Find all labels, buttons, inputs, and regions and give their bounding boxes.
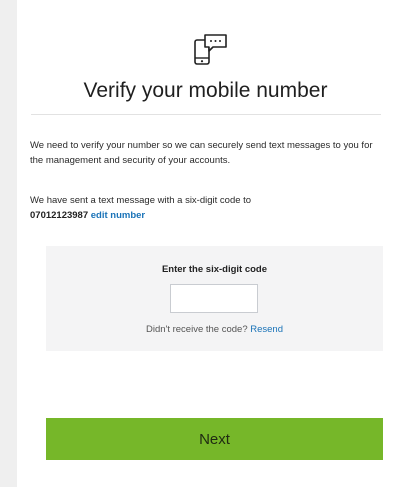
intro-text: We need to verify your number so we can … [30, 140, 373, 166]
code-panel: Enter the six-digit code Didn't receive … [46, 246, 383, 351]
code-input[interactable] [170, 284, 258, 313]
resend-line: Didn't receive the code? Resend [46, 324, 383, 335]
resend-link[interactable]: Resend [250, 324, 283, 335]
sent-message: We have sent a text message with a six-d… [30, 193, 360, 223]
resend-prompt: Didn't receive the code? [145, 324, 248, 335]
title-divider [31, 114, 381, 115]
phone-number: 07012123987 [30, 210, 89, 221]
verification-card: Verify your mobile number [17, 0, 394, 487]
sent-message-text: We have sent a text message with a six-d… [30, 195, 252, 206]
page-title: Verify your mobile number [83, 79, 328, 102]
code-label: Enter the six-digit code [161, 264, 268, 275]
phone-message-icon [194, 34, 227, 65]
next-button[interactable]: Next [46, 418, 383, 460]
edit-number-link[interactable]: edit number [91, 210, 145, 221]
